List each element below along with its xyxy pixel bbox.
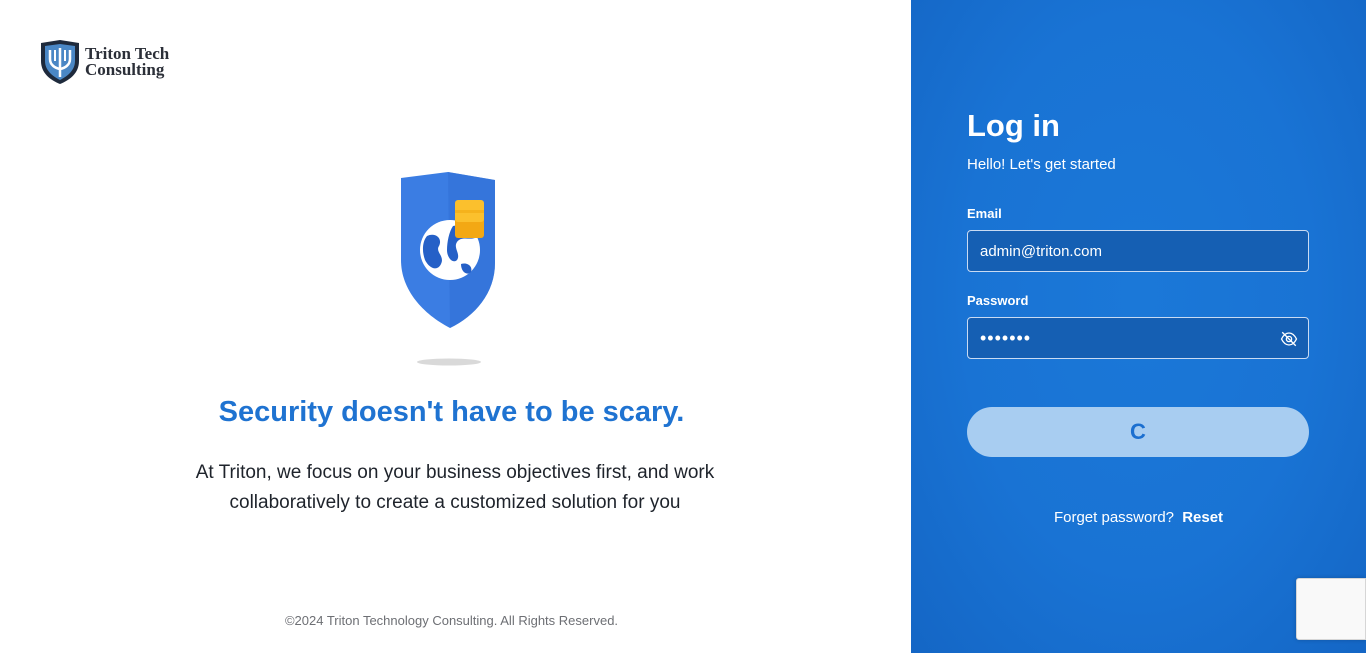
copyright-text: ©2024 Triton Technology Consulting. All … — [284, 613, 619, 628]
hero-headline: Security doesn't have to be scary. — [218, 396, 685, 428]
reset-password-link[interactable]: Reset — [1182, 509, 1223, 526]
brand-logo[interactable]: Triton Tech Consulting — [39, 39, 169, 85]
login-title: Log in — [967, 108, 1060, 143]
email-field-wrapper — [967, 230, 1309, 272]
forgot-password-text: Forget password? — [1053, 509, 1175, 526]
hero-panel: Triton Tech Consulting Security doesn't … — [0, 0, 911, 653]
login-button[interactable]: C — [967, 407, 1309, 457]
shield-logo-icon — [41, 40, 79, 84]
loading-spinner-icon: C — [1130, 419, 1146, 444]
login-panel: Log in Hello! Let's get started Email Pa… — [911, 0, 1366, 653]
brand-name: Triton Tech Consulting — [85, 45, 169, 79]
email-label: Email — [967, 206, 1002, 221]
shield-globe-icon — [401, 172, 495, 366]
password-field-wrapper — [967, 317, 1309, 359]
hero-tagline: At Triton, we focus on your business obj… — [195, 462, 715, 513]
eye-off-icon[interactable] — [1280, 330, 1298, 348]
password-label: Password — [967, 293, 1029, 308]
recaptcha-badge[interactable] — [1296, 578, 1366, 640]
password-field[interactable] — [968, 318, 1308, 358]
brand-name-line2: Consulting — [85, 60, 165, 79]
forgot-password-row: Forget password? Reset — [911, 509, 1366, 526]
email-field[interactable] — [968, 231, 1308, 271]
login-subtitle: Hello! Let's get started — [967, 156, 1116, 173]
